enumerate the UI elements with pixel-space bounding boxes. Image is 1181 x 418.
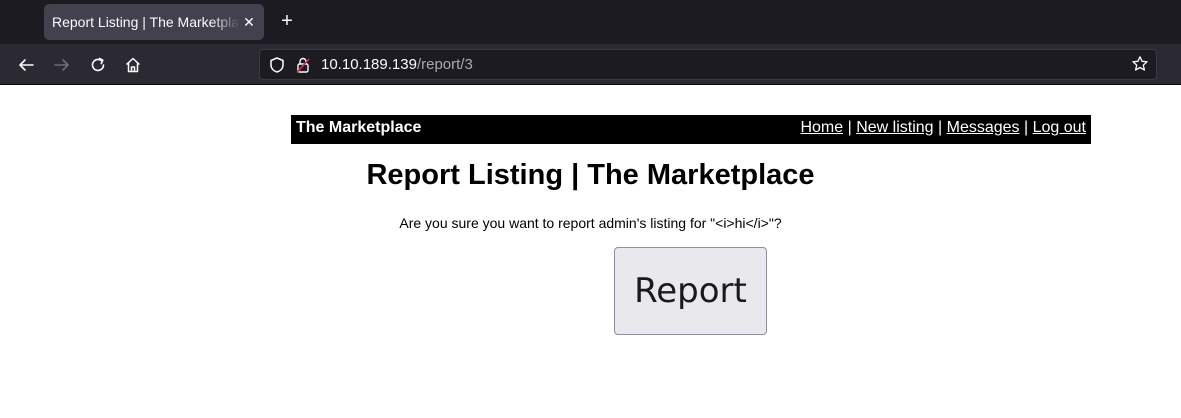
url-text[interactable]: 10.10.189.139/report/3 <box>321 50 473 79</box>
browser-tab[interactable]: Report Listing | The Marketplace ✕ <box>44 4 264 40</box>
nav-new-listing-link[interactable]: New listing <box>856 119 933 136</box>
shield-icon[interactable] <box>268 56 286 74</box>
nav-logout-link[interactable]: Log out <box>1033 119 1086 136</box>
page-viewport: The Marketplace Home | New listing | Mes… <box>0 85 1181 418</box>
tab-bar: Report Listing | The Marketplace ✕ + <box>0 0 1181 44</box>
back-button[interactable] <box>13 52 39 78</box>
close-tab-icon[interactable]: ✕ <box>240 13 258 31</box>
home-icon <box>125 57 141 73</box>
site-header: The Marketplace Home | New listing | Mes… <box>291 115 1091 144</box>
reload-icon <box>91 57 105 72</box>
nav-home-link[interactable]: Home <box>800 119 843 136</box>
report-confirmation-text: Are you sure you want to report admin's … <box>399 215 782 231</box>
insecure-lock-icon[interactable] <box>294 56 312 74</box>
nav-separator: | <box>938 119 943 136</box>
nav-separator: | <box>1024 119 1029 136</box>
forward-arrow-icon <box>54 59 69 71</box>
report-button[interactable]: Report <box>614 247 767 335</box>
site-name: The Marketplace <box>296 119 422 136</box>
page-title: Report Listing | The Marketplace <box>366 159 815 191</box>
address-bar[interactable]: 10.10.189.139/report/3 <box>259 49 1157 80</box>
url-host: 10.10.189.139 <box>321 56 417 73</box>
url-path: /report/3 <box>416 56 473 73</box>
tab-title: Report Listing | The Marketplace <box>52 14 240 30</box>
site-nav: Home | New listing | Messages | Log out <box>800 115 1086 141</box>
navigation-toolbar: 10.10.189.139/report/3 <box>0 44 1181 85</box>
back-arrow-icon <box>19 59 34 71</box>
bookmark-star-icon[interactable] <box>1131 55 1149 73</box>
reload-button[interactable] <box>85 52 111 78</box>
forward-button[interactable] <box>49 52 75 78</box>
home-button[interactable] <box>120 52 146 78</box>
nav-messages-link[interactable]: Messages <box>947 119 1020 136</box>
new-tab-button[interactable]: + <box>276 10 298 32</box>
nav-separator: | <box>847 119 852 136</box>
